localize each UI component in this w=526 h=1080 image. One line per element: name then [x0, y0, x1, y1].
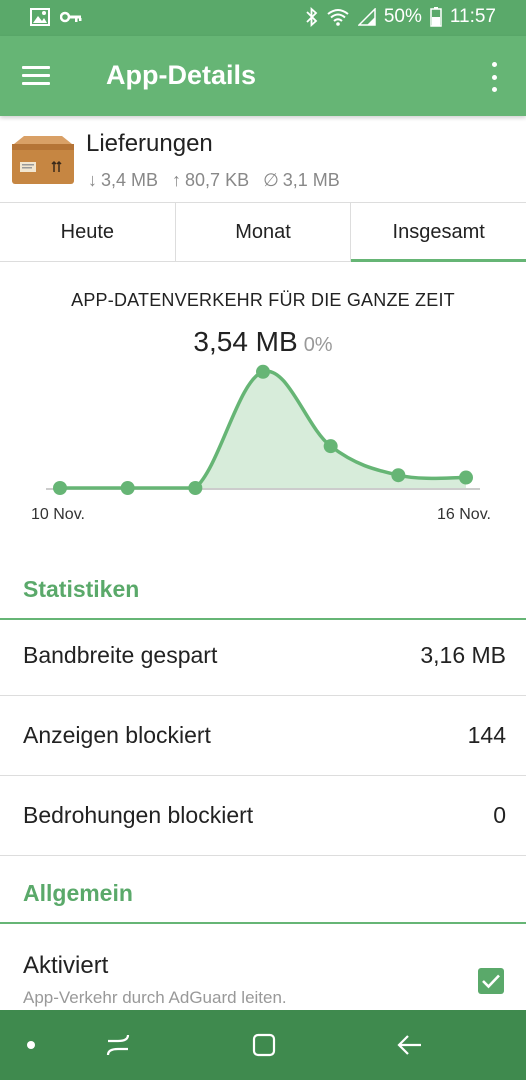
status-bar: 50% 11:57 [0, 0, 526, 36]
stat-row-ads: Anzeigen blockiert 144 [0, 696, 526, 776]
general-title: Allgemein [23, 880, 133, 906]
chart-point-5 [391, 468, 406, 483]
activated-label: Aktiviert [23, 952, 109, 979]
general-header: Allgemein [0, 866, 526, 924]
stat-label: Bedrohungen blockiert [23, 802, 254, 828]
chart-point-6 [459, 470, 473, 485]
tab-monat[interactable]: Monat [176, 203, 352, 261]
more-vert-icon[interactable] [484, 62, 504, 92]
stat-label: Bandbreite gespart [23, 642, 218, 668]
app-bar: App-Details [0, 36, 526, 116]
chart-point-0 [53, 481, 67, 495]
chart-point-3 [256, 364, 270, 379]
x-tick-end: 16 Nov. [437, 506, 491, 523]
home-icon[interactable] [238, 1010, 290, 1080]
download-value: 3,4 MB [101, 170, 159, 190]
stat-label: Anzeigen blockiert [23, 722, 211, 748]
chart-point-4 [323, 439, 338, 454]
empty-set-icon: ∅ [263, 170, 279, 190]
activated-setting[interactable]: Aktiviert App-Verkehr durch AdGuard leit… [0, 924, 526, 1014]
activated-checkbox[interactable] [478, 968, 504, 994]
wifi-icon [326, 8, 350, 26]
chart-point-2 [188, 481, 203, 495]
upload-stat: ↑ 80,7 KB [172, 170, 249, 191]
signal-icon [357, 8, 376, 26]
chart-title: APP-DATENVERKEHR FÜR DIE GANZE ZEIT [71, 290, 455, 310]
stat-value: 3,16 MB [420, 642, 506, 668]
battery-icon [430, 7, 442, 27]
stat-value: 0 [493, 802, 506, 828]
stat-row-threats: Bedrohungen blockiert 0 [0, 776, 526, 856]
upload-value: 80,7 KB [185, 170, 250, 190]
back-icon[interactable] [384, 1010, 436, 1080]
clock: 11:57 [449, 6, 496, 27]
app-header: Lieferungen ↓ 3,4 MB ↑ 80,7 KB ∅ 3,1 MB [0, 116, 526, 202]
app-traffic-stats: ↓ 3,4 MB ↑ 80,7 KB ∅ 3,1 MB [88, 170, 340, 191]
package-icon [10, 134, 76, 186]
statistics-header: Statistiken [0, 562, 526, 620]
recents-icon[interactable] [92, 1010, 144, 1080]
dot-icon[interactable] [14, 1010, 48, 1080]
saved-value: 3,1 MB [282, 170, 340, 190]
activated-description: App-Verkehr durch AdGuard leiten. [23, 988, 287, 1007]
tab-insgesamt[interactable]: Insgesamt [351, 203, 526, 262]
hamburger-menu-icon[interactable] [22, 62, 58, 90]
tab-heute[interactable]: Heute [0, 203, 176, 261]
checkmark-icon [482, 974, 500, 989]
battery-percent: 50% [383, 6, 422, 27]
app-name: Lieferungen [86, 130, 213, 157]
arrow-down-icon: ↓ [88, 170, 97, 190]
chart-point-1 [120, 481, 135, 495]
page-title: App-Details [106, 60, 257, 90]
traffic-chart [46, 364, 480, 495]
key-icon [60, 10, 82, 24]
period-tabs: Heute Monat Insgesamt [0, 202, 526, 262]
stat-row-bandwidth: Bandbreite gespart 3,16 MB [0, 616, 526, 696]
arrow-up-icon: ↑ [172, 170, 182, 190]
statistics-title: Statistiken [23, 576, 140, 602]
system-nav-bar [0, 1010, 526, 1080]
x-tick-start: 10 Nov. [31, 506, 85, 523]
stat-value: 144 [467, 722, 506, 748]
saved-stat: ∅ 3,1 MB [263, 170, 340, 191]
bluetooth-icon [306, 7, 318, 27]
image-icon [30, 8, 50, 26]
chart-area-fill [60, 371, 466, 488]
download-stat: ↓ 3,4 MB [88, 170, 158, 191]
